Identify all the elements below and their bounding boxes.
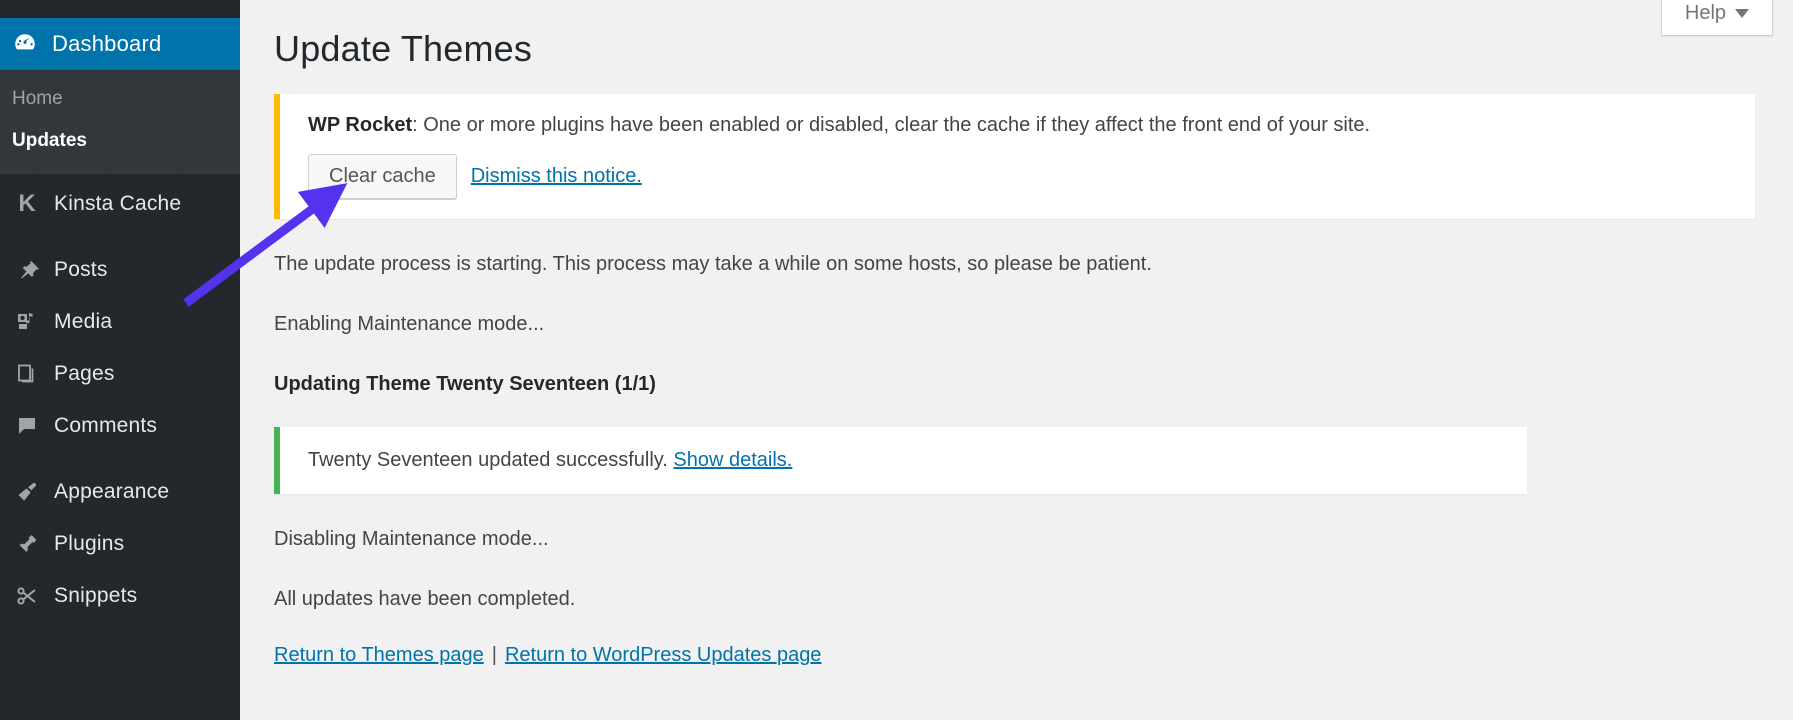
sidebar-item-media[interactable]: Media: [0, 296, 240, 348]
sidebar-top-strip: [0, 0, 240, 18]
notice-plugin-name: WP Rocket: [308, 114, 413, 136]
dashboard-icon: [12, 31, 42, 57]
comment-icon: [10, 414, 44, 438]
show-details-link[interactable]: Show details.: [673, 449, 792, 471]
kinsta-k-icon: K: [18, 190, 36, 217]
sidebar-item-dashboard[interactable]: Dashboard: [0, 18, 252, 70]
sidebar-item-label: Snippets: [54, 584, 138, 607]
log-line-disable-maintenance: Disabling Maintenance mode...: [274, 528, 549, 550]
sidebar-subitem-home-label: Home: [12, 88, 63, 109]
page-title: Update Themes: [274, 28, 533, 69]
theme-update-success-notice: Twenty Seventeen updated successfully. S…: [274, 427, 1527, 494]
sidebar-item-snippets[interactable]: Snippets: [0, 570, 240, 622]
sidebar-item-label: Plugins: [54, 532, 125, 555]
wp-admin-screen: Dashboard Home Updates K Kinsta Cache Po…: [0, 0, 1793, 720]
sidebar-item-label: Posts: [54, 258, 108, 281]
admin-sidebar: Dashboard Home Updates K Kinsta Cache Po…: [0, 0, 252, 720]
sidebar-subitem-updates-label: Updates: [12, 130, 87, 151]
help-label: Help: [1684, 2, 1727, 24]
sidebar-subitem-home[interactable]: Home: [0, 78, 240, 120]
sidebar-dashboard-label: Dashboard: [52, 31, 162, 56]
notice-actions: Clear cache Dismiss this notice.: [308, 154, 1755, 199]
return-to-updates-link[interactable]: Return to WordPress Updates page: [505, 644, 821, 666]
clear-cache-button[interactable]: Clear cache: [308, 154, 457, 199]
main-content: Help Update Themes WP Rocket: One or mor…: [240, 0, 1793, 720]
sidebar-item-pages[interactable]: Pages: [0, 348, 240, 400]
sidebar-item-comments[interactable]: Comments: [0, 400, 240, 452]
help-button[interactable]: Help: [1661, 0, 1773, 36]
sidebar-submenu-dashboard: Home Updates: [0, 70, 240, 174]
sidebar-menu: K Kinsta Cache Posts Media Pages Comment…: [0, 174, 240, 622]
media-icon: [10, 310, 44, 334]
paintbrush-icon: [10, 480, 44, 504]
log-line-start: The update process is starting. This pro…: [274, 253, 1152, 275]
dismiss-notice-link[interactable]: Dismiss this notice.: [471, 165, 642, 188]
return-links: Return to Themes page | Return to WordPres…: [274, 644, 1773, 667]
sidebar-item-label: Media: [54, 310, 113, 333]
sidebar-item-appearance[interactable]: Appearance: [0, 466, 240, 518]
scissors-icon: [10, 584, 44, 608]
return-to-themes-link[interactable]: Return to Themes page: [274, 644, 484, 666]
pages-icon: [10, 362, 44, 386]
notice-message: WP Rocket: One or more plugins have been…: [308, 110, 1755, 140]
plug-icon: [10, 532, 44, 556]
sidebar-item-label: Appearance: [54, 480, 170, 503]
sidebar-item-label: Comments: [54, 414, 158, 437]
help-tab-wrap: Help: [1661, 0, 1773, 36]
log-line-updating-theme: Updating Theme Twenty Seventeen (1/1): [274, 373, 656, 395]
sidebar-subitem-updates[interactable]: Updates: [0, 120, 240, 162]
log-line-all-completed: All updates have been completed.: [274, 588, 576, 610]
success-text: Twenty Seventeen updated successfully.: [308, 449, 674, 471]
sidebar-separator-1: [0, 230, 240, 244]
sidebar-item-label: Pages: [54, 362, 115, 385]
sidebar-item-kinsta-cache[interactable]: K Kinsta Cache: [0, 178, 240, 230]
log-line-enable-maintenance: Enabling Maintenance mode...: [274, 313, 545, 335]
chevron-down-icon: [1735, 9, 1750, 18]
wp-rocket-notice: WP Rocket: One or more plugins have been…: [274, 94, 1755, 219]
link-separator: |: [491, 644, 497, 666]
notice-message-text: : One or more plugins have been enabled …: [412, 114, 1371, 136]
sidebar-item-label: Kinsta Cache: [54, 192, 182, 215]
sidebar-separator-2: [0, 452, 240, 466]
sidebar-item-plugins[interactable]: Plugins: [0, 518, 240, 570]
success-message: Twenty Seventeen updated successfully. S…: [308, 449, 1527, 472]
sidebar-item-posts[interactable]: Posts: [0, 244, 240, 296]
pin-icon: [10, 258, 44, 282]
